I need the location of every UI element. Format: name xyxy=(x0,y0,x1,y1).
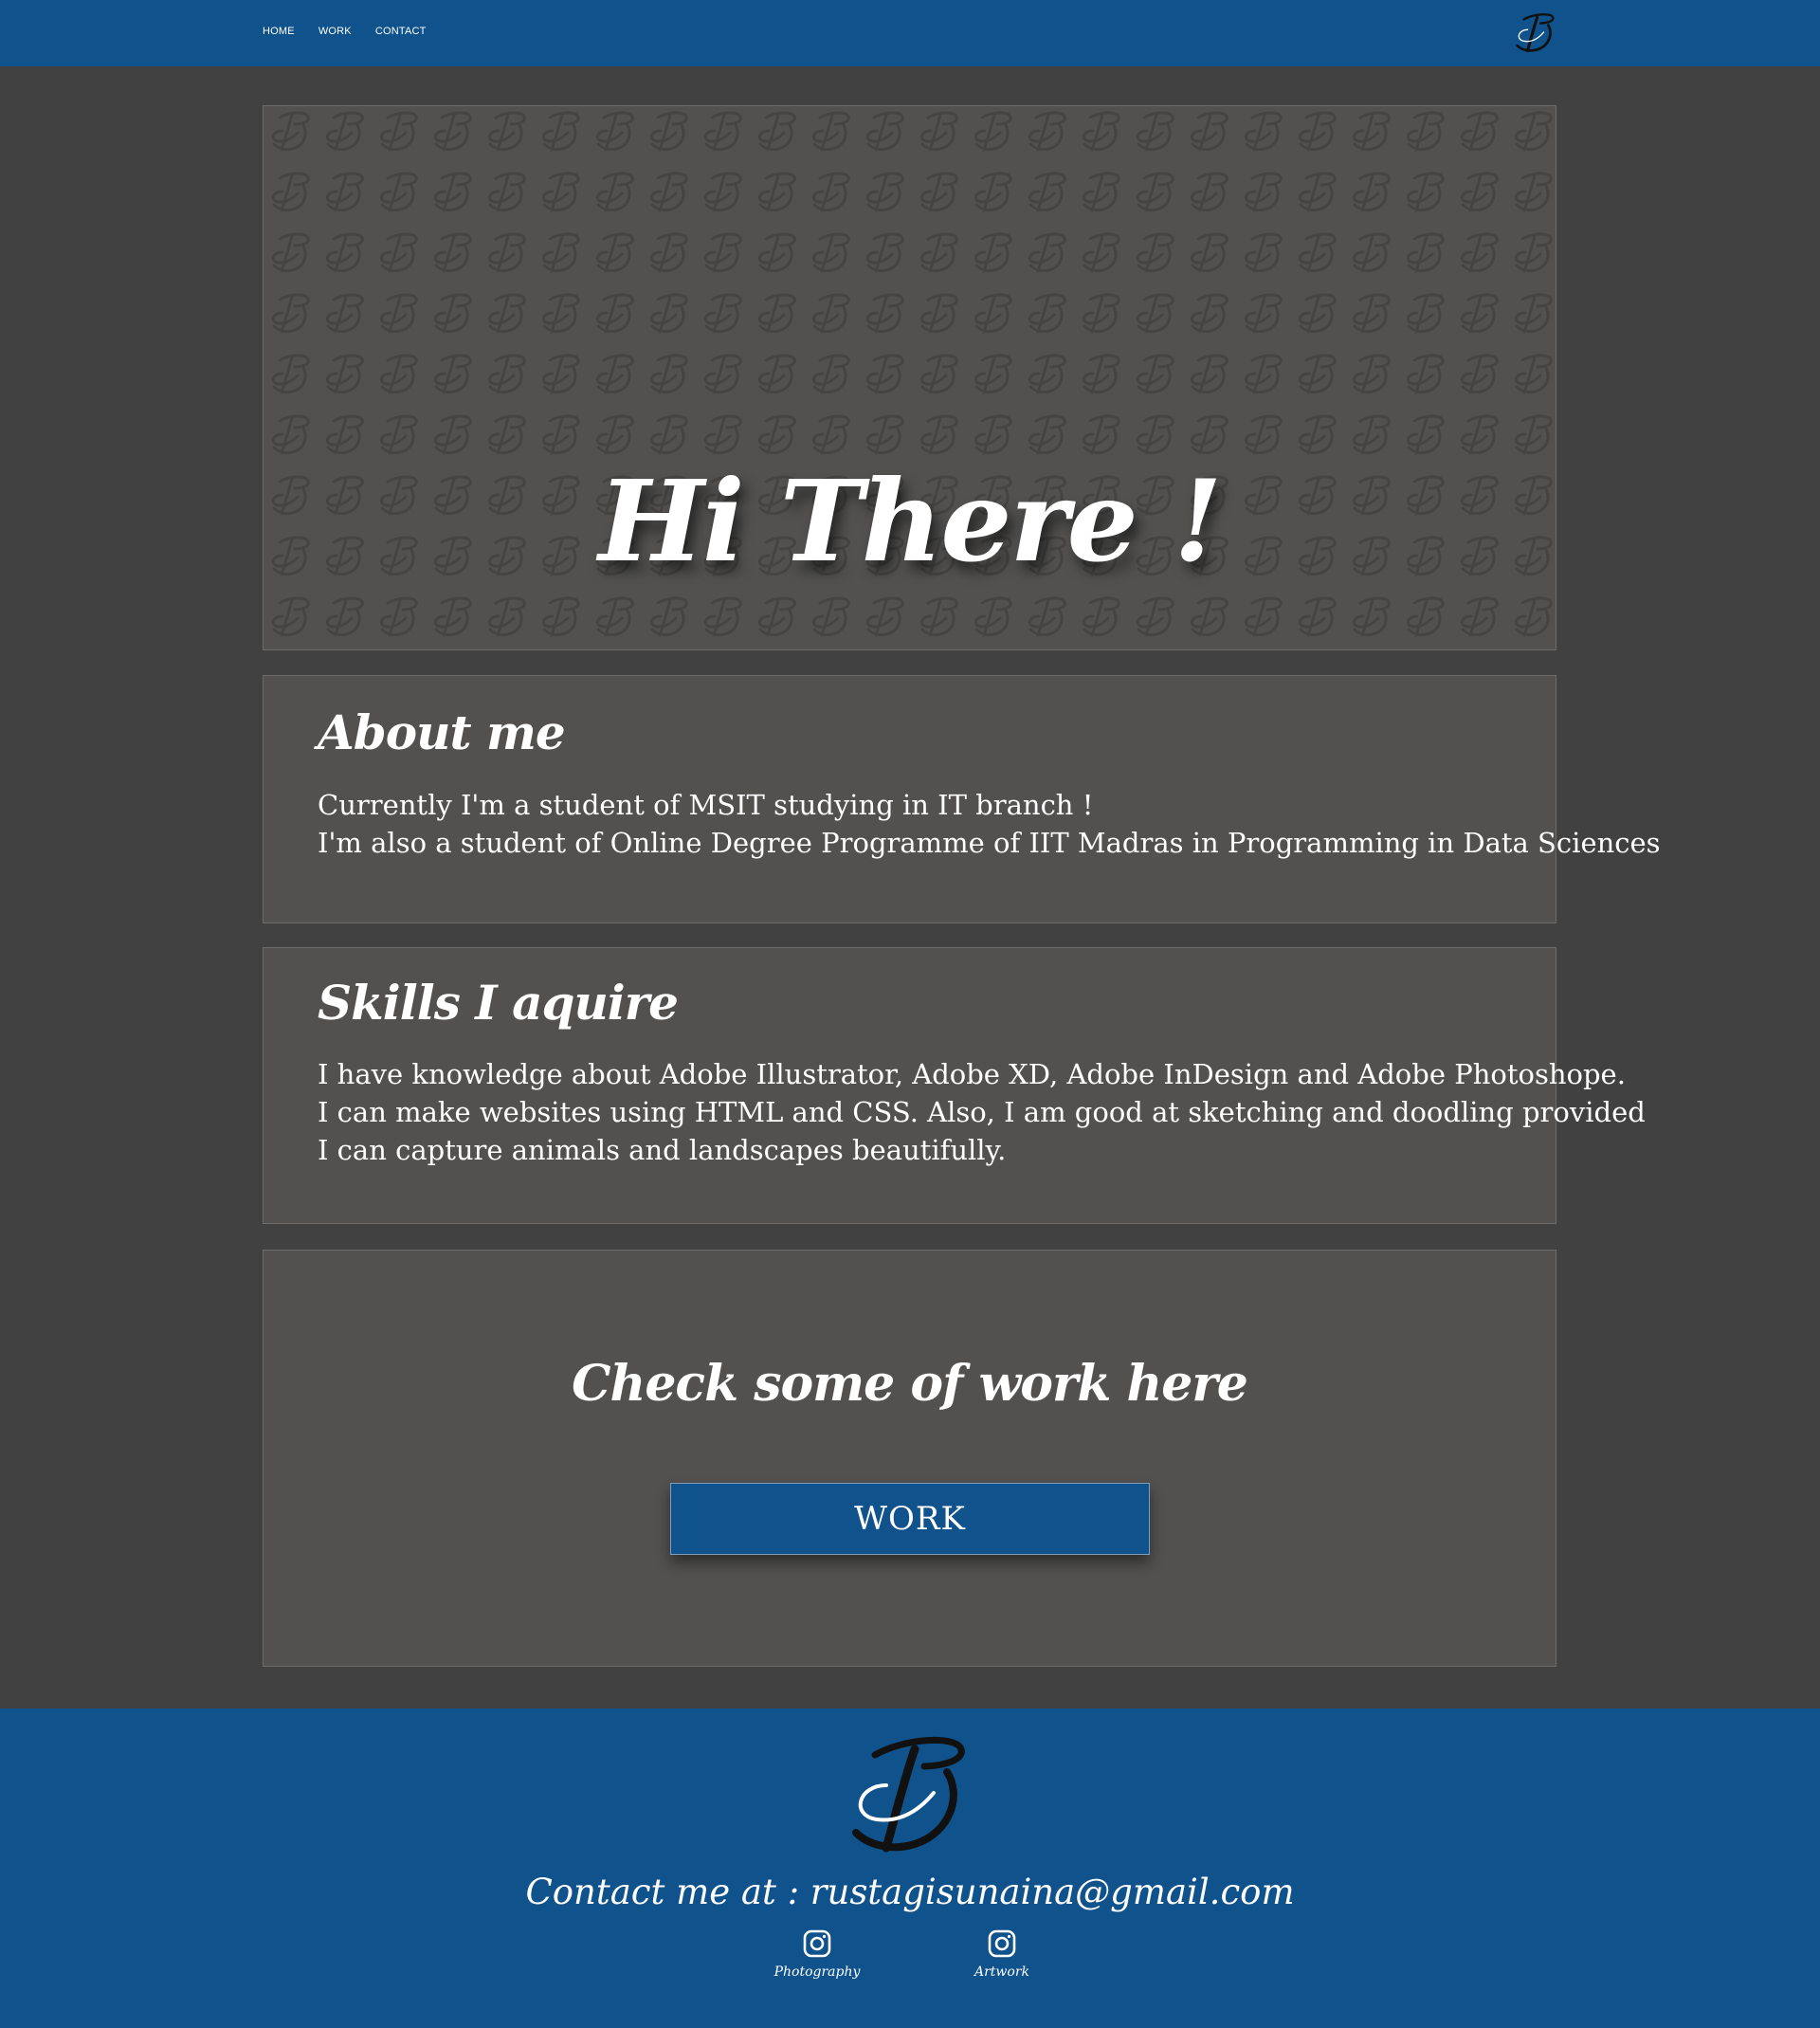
skills-line: I can make websites using HTML and CSS. … xyxy=(318,1096,1646,1128)
skills-section: Skills I aquire I have knowledge about A… xyxy=(263,947,1646,1224)
about-text: Currently I'm a student of MSIT studying… xyxy=(318,786,1661,862)
work-cta-title: Check some of work here xyxy=(572,1355,1248,1413)
ds-monogram-icon[interactable] xyxy=(1515,9,1556,55)
artwork-link[interactable]: Artwork xyxy=(945,1928,1059,1980)
skills-text: I have knowledge about Adobe Illustrator… xyxy=(318,1055,1646,1169)
hero-banner: Hi There ! xyxy=(263,105,1556,650)
skills-title: Skills I aquire xyxy=(318,975,679,1031)
work-button[interactable]: WORK xyxy=(670,1483,1150,1555)
about-line: Currently I'm a student of MSIT studying… xyxy=(318,789,1094,821)
top-navbar: HOME WORK CONTACT xyxy=(0,0,1820,66)
artwork-label: Artwork xyxy=(974,1964,1030,1980)
nav-work-link[interactable]: WORK xyxy=(318,26,352,37)
skills-line: I have knowledge about Adobe Illustrator… xyxy=(318,1058,1626,1090)
footer: Contact me at : rustagisunaina@gmail.com… xyxy=(0,1708,1820,2028)
about-section: About me Currently I'm a student of MSIT… xyxy=(263,675,1661,923)
photography-link[interactable]: Photography xyxy=(760,1928,874,1980)
hero-title: Hi There ! xyxy=(598,455,1222,588)
work-cta-section: Check some of work here WORK xyxy=(263,1250,1556,1667)
instagram-icon[interactable] xyxy=(987,1928,1017,1959)
main-nav: HOME WORK CONTACT xyxy=(263,26,427,37)
ds-monogram-icon xyxy=(852,1737,965,1853)
about-line: I'm also a student of Online Degree Prog… xyxy=(318,827,1661,859)
photography-label: Photography xyxy=(774,1964,861,1980)
about-title: About me xyxy=(318,704,566,760)
skills-line: I can capture animals and landscapes bea… xyxy=(318,1134,1007,1166)
nav-home-link[interactable]: HOME xyxy=(263,26,295,37)
instagram-icon[interactable] xyxy=(802,1928,832,1959)
nav-contact-link[interactable]: CONTACT xyxy=(375,26,427,37)
contact-email[interactable]: Contact me at : rustagisunaina@gmail.com xyxy=(0,1872,1820,1912)
